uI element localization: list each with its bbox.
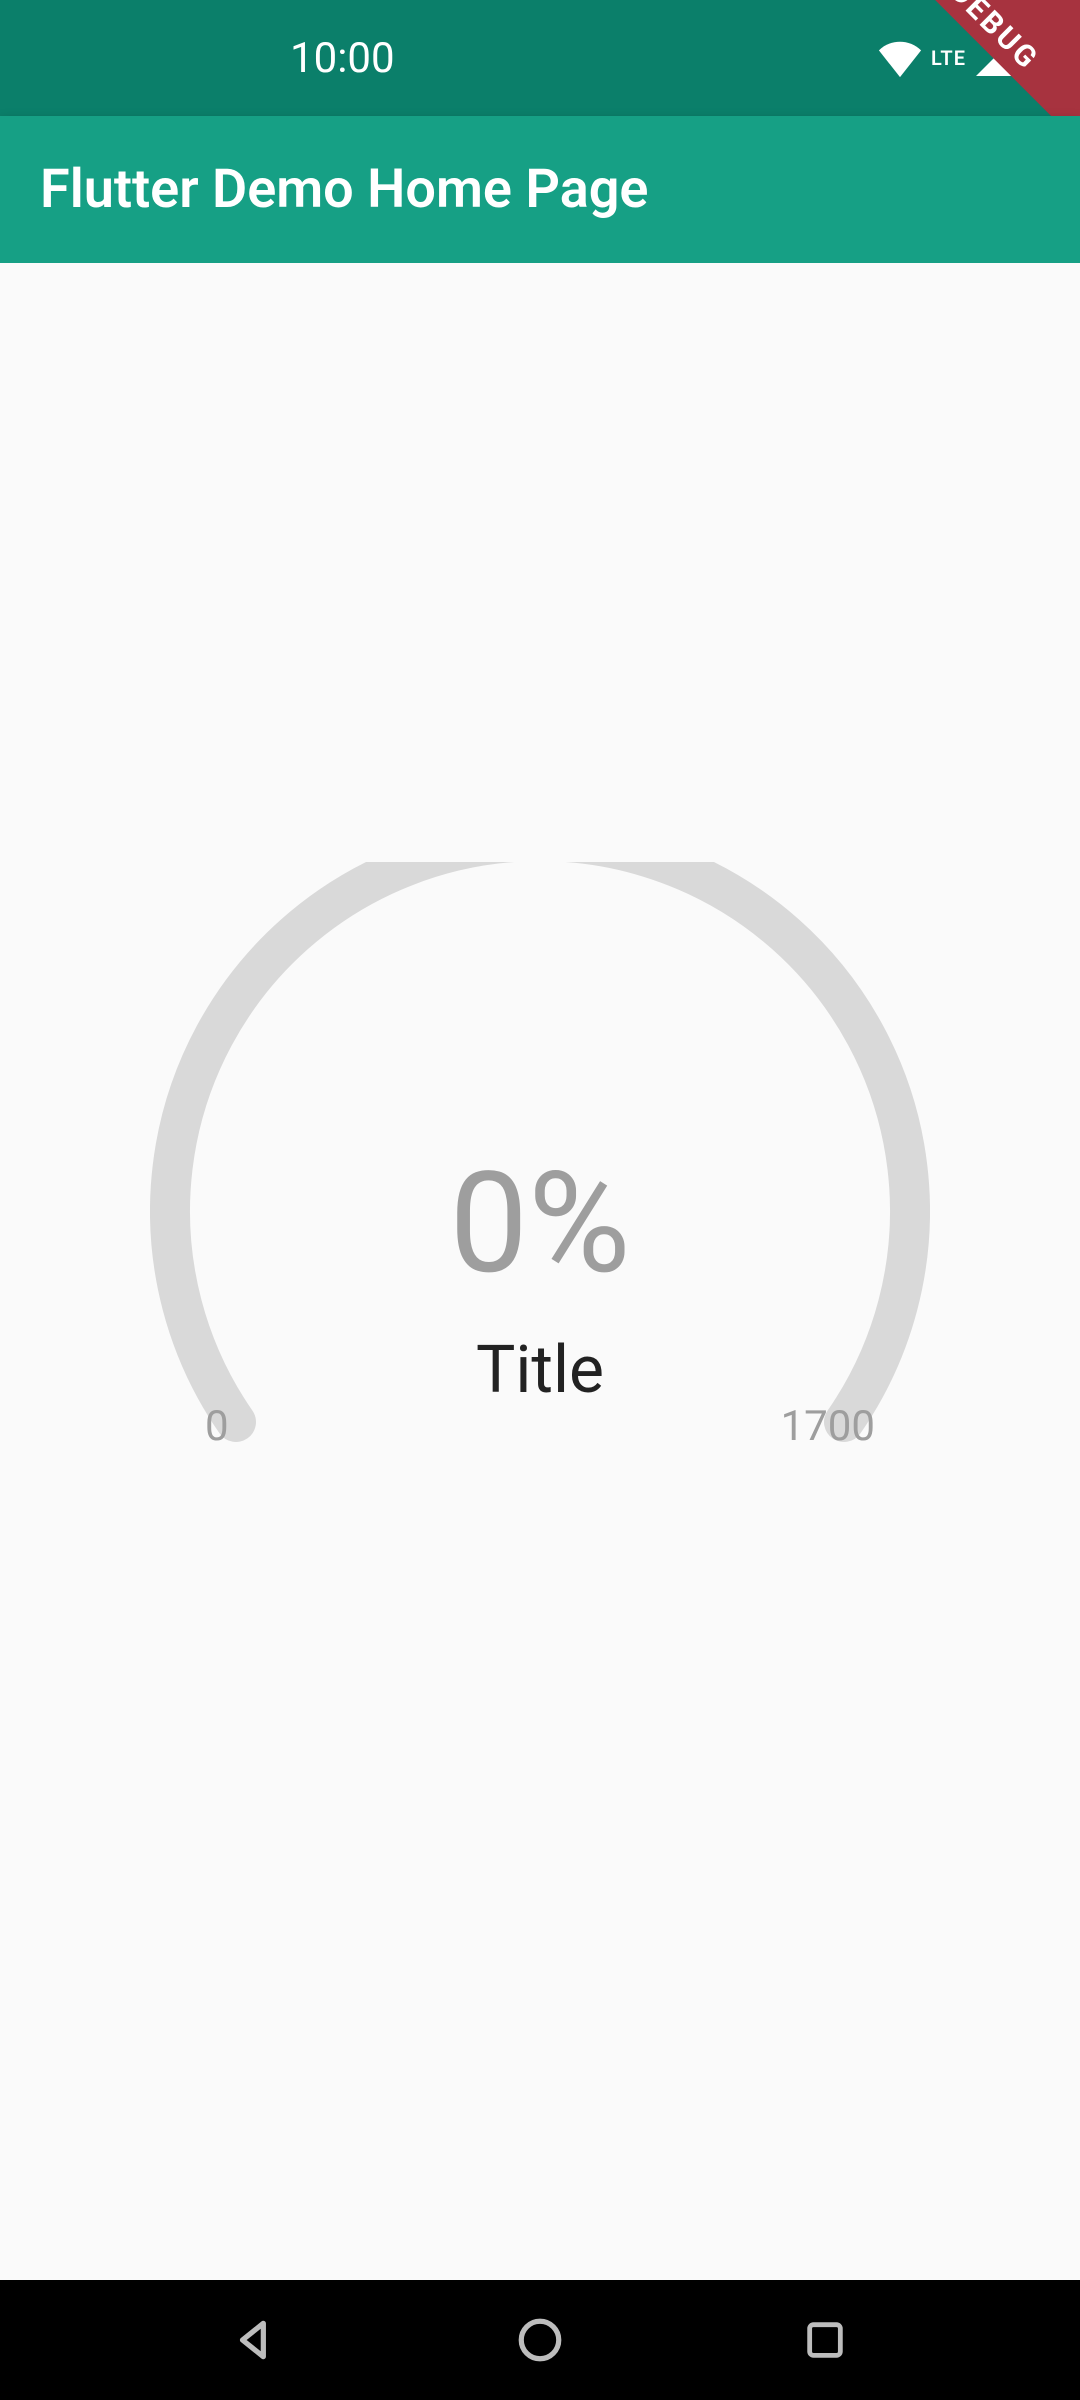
nav-recent-button[interactable] xyxy=(795,2310,855,2370)
nav-back-button[interactable] xyxy=(225,2310,285,2370)
nav-home-button[interactable] xyxy=(510,2310,570,2370)
gauge: 0% Title 0 1700 xyxy=(150,862,930,1682)
gauge-max-label: 1700 xyxy=(781,1402,875,1451)
gauge-min-label: 0 xyxy=(205,1402,229,1451)
appbar: Flutter Demo Home Page xyxy=(0,116,1080,263)
wifi-icon xyxy=(877,38,923,78)
lte-label: LTE xyxy=(931,46,966,70)
gauge-title: Title xyxy=(150,1332,930,1409)
statusbar: 10:00 LTE xyxy=(0,0,1080,116)
lte-text: LTE xyxy=(931,46,966,70)
appbar-title: Flutter Demo Home Page xyxy=(40,158,648,221)
android-navbar xyxy=(0,2280,1080,2400)
content-body: 0% Title 0 1700 xyxy=(0,263,1080,2280)
status-time: 10:00 xyxy=(290,34,395,83)
gauge-percent: 0% xyxy=(150,1142,930,1306)
